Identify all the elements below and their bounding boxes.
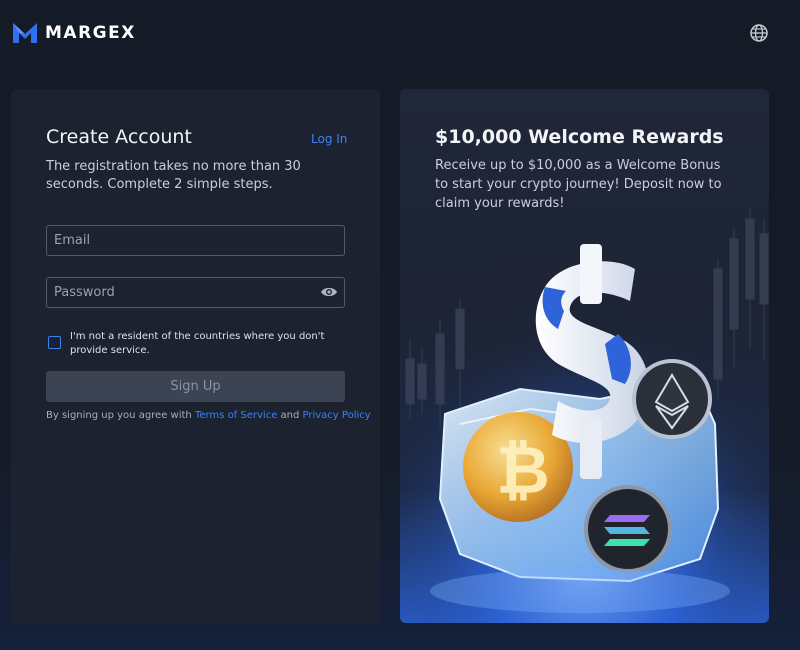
rewards-illustration: ₿ [400,209,769,623]
welcome-rewards-card: $10,000 Welcome Rewards Receive up to $1… [400,89,769,623]
residency-label: I'm not a resident of the countries wher… [70,331,325,356]
privacy-policy-link[interactable]: Privacy Policy [303,410,371,421]
margex-logo-icon [13,23,37,43]
brand-logo[interactable]: MARGEX [12,21,136,45]
promo-title: $10,000 Welcome Rewards [435,126,724,148]
solana-coin-icon [584,485,672,573]
email-input[interactable] [47,226,344,255]
registration-card: Create Account Log In The registration t… [11,89,380,623]
ethereum-coin-icon [632,359,712,439]
brand-name: MARGEX [45,23,136,43]
email-field[interactable] [46,225,345,256]
svg-text:₿: ₿ [496,432,550,509]
terms-and: and [277,410,303,421]
terms-of-service-link[interactable]: Terms of Service [195,410,277,421]
globe-icon[interactable] [749,23,769,43]
top-header: MARGEX [0,0,800,64]
password-field[interactable] [46,277,345,308]
promo-description: Receive up to $10,000 as a Welcome Bonus… [435,158,722,211]
page: MARGEX Create Account Log In The registr… [0,0,800,650]
create-account-title: Create Account [46,126,192,148]
password-input[interactable] [47,278,344,307]
eye-icon[interactable] [320,285,338,299]
terms-prefix: By signing up you agree with [46,410,195,421]
signup-button[interactable]: Sign Up [46,371,345,402]
registration-description: The registration takes no more than 30 s… [46,159,301,192]
login-link[interactable]: Log In [311,132,347,146]
residency-checkbox[interactable] [48,336,61,349]
terms-notice: By signing up you agree with Terms of Se… [46,410,371,421]
